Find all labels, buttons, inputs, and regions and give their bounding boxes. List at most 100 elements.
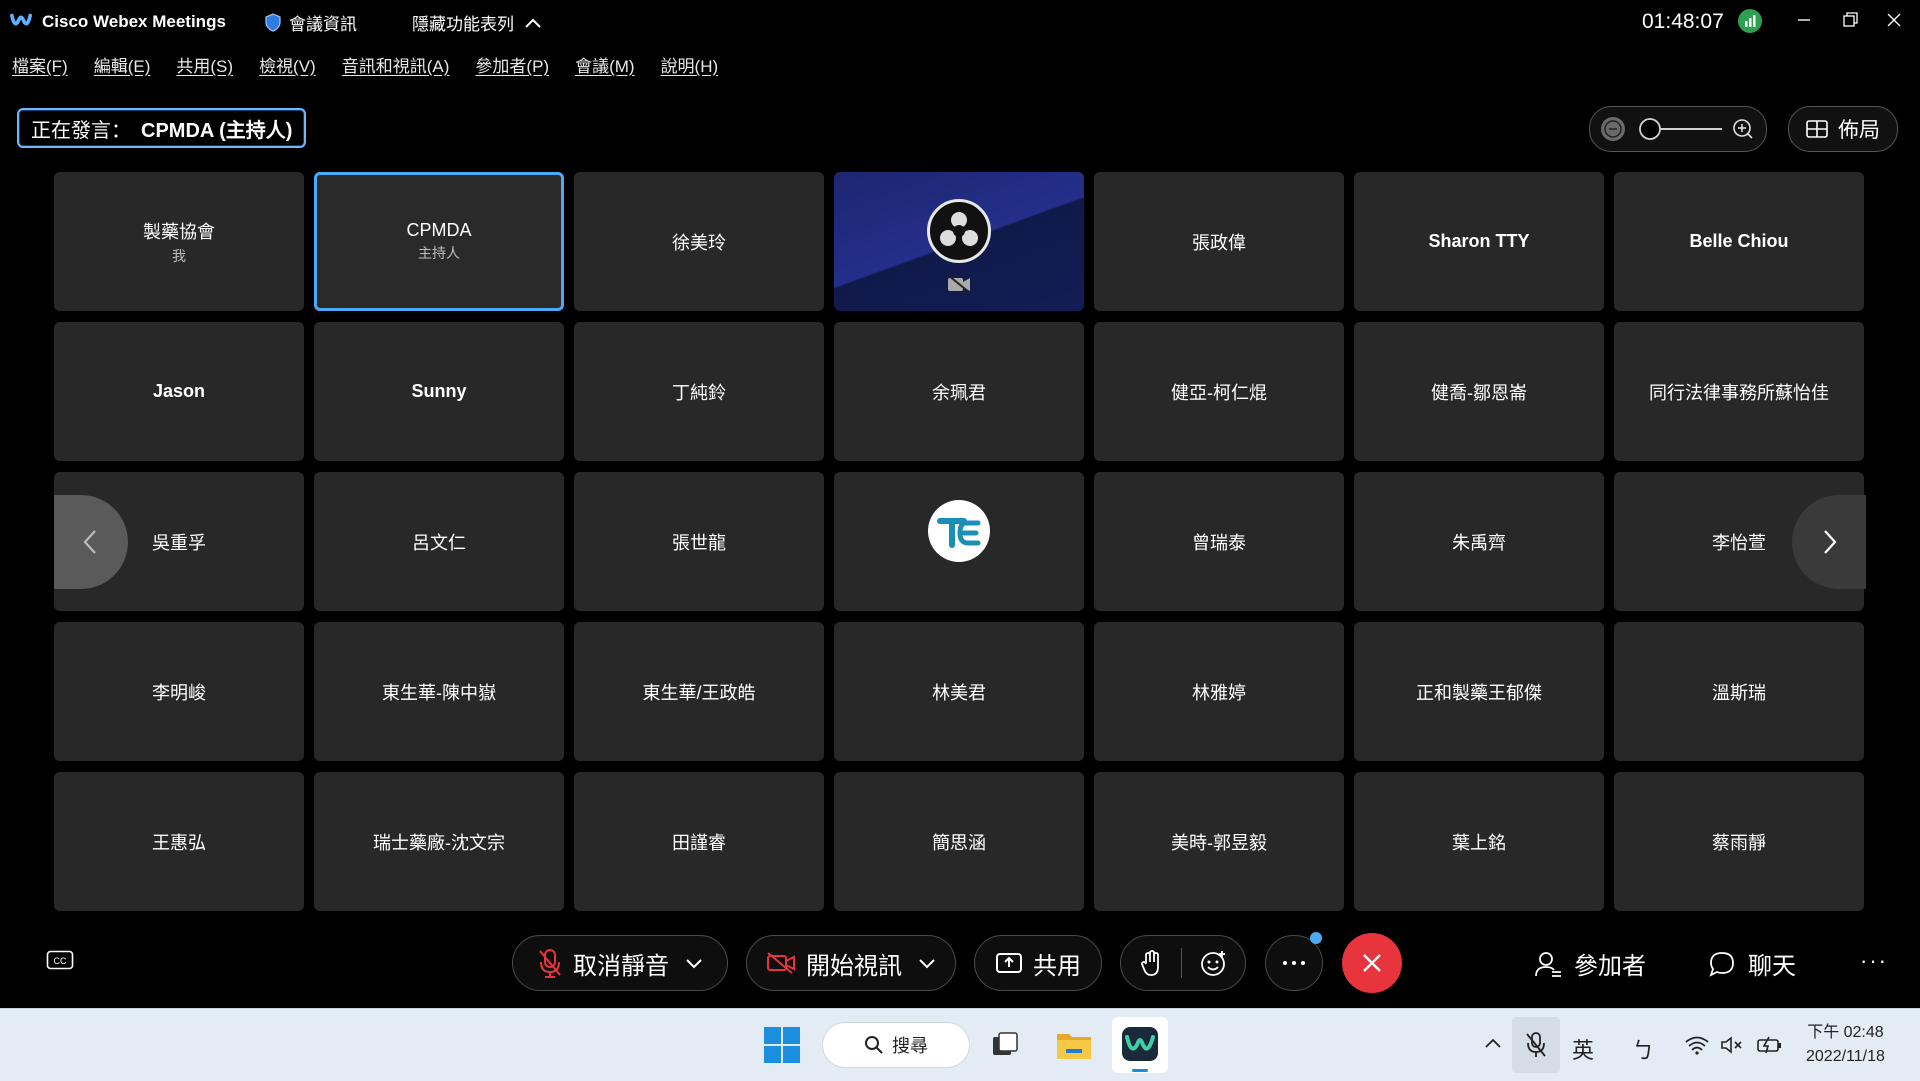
participant-name: 健亞-柯仁焜	[1171, 382, 1267, 403]
participant-tile[interactable]: Sunny	[314, 322, 564, 461]
chevron-down-icon[interactable]	[685, 957, 703, 969]
taskbar-search[interactable]: 搜尋	[823, 1023, 969, 1067]
participant-tile[interactable]: 正和製藥王郁傑	[1354, 622, 1604, 761]
participant-tile[interactable]: 王惠弘	[54, 772, 304, 911]
ime-language-indicator[interactable]: 英	[1572, 1033, 1594, 1065]
participant-tile-active-speaker[interactable]: CPMDA 主持人	[314, 172, 564, 311]
participant-name: Belle Chiou	[1689, 231, 1789, 251]
battery-charging-icon[interactable]	[1756, 1035, 1784, 1055]
participant-tile[interactable]: Belle Chiou	[1614, 172, 1864, 311]
taskbar-webex-app[interactable]	[1112, 1017, 1168, 1073]
participant-name: 余珮君	[932, 382, 986, 403]
meeting-timer: 01:48:07	[1642, 10, 1724, 33]
participant-tile[interactable]: 呂文仁	[314, 472, 564, 611]
hide-menu-bar-button[interactable]: 隱藏功能表列	[412, 10, 542, 35]
participant-tile[interactable]: 美時-郭昱毅	[1094, 772, 1344, 911]
participant-tile[interactable]: 余珮君	[834, 322, 1084, 461]
menu-help[interactable]: 說明(H)	[648, 52, 732, 82]
participant-tile[interactable]: 張政偉	[1094, 172, 1344, 311]
participant-tile[interactable]: Jason	[54, 322, 304, 461]
participant-name: 徐美玲	[672, 232, 726, 253]
participant-tile[interactable]: 林雅婷	[1094, 622, 1344, 761]
participant-tile[interactable]: 丁純鈴	[574, 322, 824, 461]
participant-tile[interactable]: 蔡雨靜	[1614, 772, 1864, 911]
participants-panel-button[interactable]: 參加者	[1534, 946, 1646, 981]
participant-tile[interactable]: 溫斯瑞	[1614, 622, 1864, 761]
participant-tile[interactable]: 東生華/王政皓	[574, 622, 824, 761]
webex-taskbar-icon	[1122, 1027, 1158, 1072]
closed-captions-button[interactable]: CC	[46, 950, 74, 972]
participant-name: 正和製藥王郁傑	[1416, 682, 1542, 703]
participant-tile-avatar[interactable]	[834, 472, 1084, 611]
menu-file[interactable]: 檔案(F)	[0, 52, 81, 82]
participant-tile[interactable]: 曾瑞泰	[1094, 472, 1344, 611]
wifi-icon[interactable]	[1684, 1035, 1710, 1055]
meeting-info-button[interactable]: 會議資訊	[265, 10, 357, 35]
ime-mode-indicator[interactable]: ㄅ	[1632, 1033, 1654, 1065]
participant-tile[interactable]: 健亞-柯仁焜	[1094, 322, 1344, 461]
file-explorer-icon[interactable]	[1054, 1025, 1094, 1065]
menu-audio-video[interactable]: 音訊和視訊(A)	[329, 52, 463, 82]
participant-name: 同行法律事務所蘇怡佳	[1649, 382, 1829, 403]
menu-edit[interactable]: 編輯(E)	[81, 52, 164, 82]
menu-view[interactable]: 檢視(V)	[246, 52, 329, 82]
chevron-right-icon	[1824, 530, 1837, 554]
participant-name: 蔡雨靜	[1712, 832, 1766, 853]
more-icon	[1283, 961, 1305, 965]
chevron-down-icon[interactable]	[918, 957, 936, 969]
reactions-icon[interactable]	[1200, 949, 1228, 977]
more-options-button[interactable]	[1265, 932, 1323, 991]
restore-button[interactable]	[1830, 6, 1870, 34]
participant-tile[interactable]: 李明峻	[54, 622, 304, 761]
menu-meeting[interactable]: 會議(M)	[562, 52, 647, 82]
network-quality-icon[interactable]	[1738, 9, 1762, 33]
participant-tile[interactable]: 東生華-陳中嶽	[314, 622, 564, 761]
volume-muted-icon[interactable]	[1720, 1035, 1744, 1055]
microphone-muted-icon	[539, 949, 561, 978]
layout-button[interactable]: 佈局	[1788, 106, 1898, 152]
zoom-out-icon[interactable]	[1601, 117, 1625, 141]
participant-name: 溫斯瑞	[1712, 682, 1766, 703]
participant-tile[interactable]: 同行法律事務所蘇怡佳	[1614, 322, 1864, 461]
participant-tile[interactable]: 林美君	[834, 622, 1084, 761]
participant-tile[interactable]: 簡思涵	[834, 772, 1084, 911]
mic-tray-button[interactable]	[1512, 1017, 1560, 1073]
search-label: 搜尋	[892, 1036, 928, 1056]
participant-tile[interactable]: 製藥協會我	[54, 172, 304, 311]
taskbar-date: 2022/11/18	[1806, 1048, 1885, 1065]
closed-captions-icon: CC	[46, 950, 74, 970]
start-video-button[interactable]: 開始視訊	[746, 935, 956, 991]
windows-start-icon[interactable]	[762, 1025, 802, 1065]
layout-label: 佈局	[1838, 119, 1880, 142]
unmute-button[interactable]: 取消靜音	[512, 935, 728, 991]
raise-hand-icon[interactable]	[1139, 949, 1163, 977]
chat-panel-button[interactable]: 聊天	[1708, 946, 1796, 981]
active-speaker-name: CPMDA (主持人)	[141, 119, 293, 142]
share-button[interactable]: 共用	[974, 935, 1102, 991]
participant-tile-video[interactable]	[834, 172, 1084, 311]
participant-tile[interactable]: 葉上銘	[1354, 772, 1604, 911]
participant-tile[interactable]: 瑞士藥廠-沈文宗	[314, 772, 564, 911]
zoom-in-icon[interactable]	[1733, 119, 1753, 139]
overflow-menu-button[interactable]: ···	[1860, 948, 1888, 974]
camera-off-icon	[947, 274, 971, 294]
participant-tile[interactable]: 張世龍	[574, 472, 824, 611]
menu-participants[interactable]: 參加者(P)	[462, 52, 562, 82]
unmute-label: 取消靜音	[573, 952, 669, 980]
leave-meeting-button[interactable]	[1342, 933, 1402, 993]
participant-tile[interactable]: 健喬-鄒恩崙	[1354, 322, 1604, 461]
close-window-button[interactable]	[1874, 6, 1914, 34]
participant-tile[interactable]: 田謹睿	[574, 772, 824, 911]
start-video-label: 開始視訊	[806, 952, 902, 980]
chat-icon	[1709, 951, 1734, 977]
participant-name: 葉上銘	[1452, 832, 1506, 853]
participant-tile[interactable]: Sharon TTY	[1354, 172, 1604, 311]
minimize-button[interactable]	[1784, 6, 1824, 34]
menu-share[interactable]: 共用(S)	[163, 52, 246, 82]
participant-tile[interactable]: 徐美玲	[574, 172, 824, 311]
taskbar-clock[interactable]: 下午 02:48 2022/11/18	[1806, 1021, 1885, 1069]
show-hidden-icons-icon[interactable]	[1484, 1037, 1502, 1049]
zoom-slider-thumb[interactable]	[1639, 118, 1661, 140]
task-view-icon[interactable]	[985, 1025, 1025, 1065]
participant-tile[interactable]: 朱禹齊	[1354, 472, 1604, 611]
